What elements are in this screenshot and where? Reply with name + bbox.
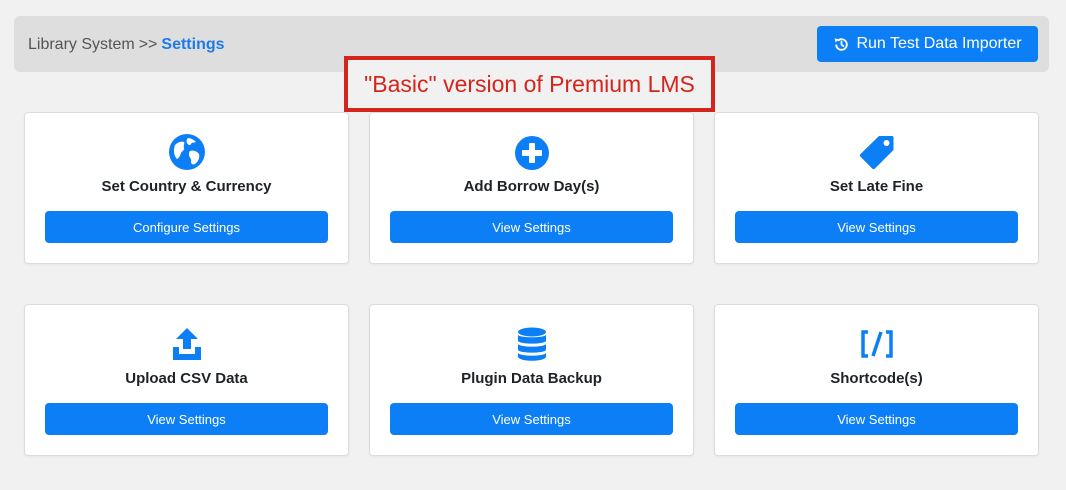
tag-icon <box>859 136 893 170</box>
card-title: Set Late Fine <box>829 178 924 195</box>
globe-icon <box>168 134 205 170</box>
settings-card-shortcodes: Shortcode(s) View Settings <box>714 304 1039 456</box>
upload-icon <box>172 328 201 360</box>
card-title: Set Country & Currency <box>101 178 272 195</box>
view-settings-button[interactable]: View Settings <box>390 403 673 435</box>
settings-card-data-backup: Plugin Data Backup View Settings <box>369 304 694 456</box>
plus-circle-icon <box>514 136 549 170</box>
card-title: Plugin Data Backup <box>461 370 602 387</box>
history-icon <box>834 37 849 51</box>
view-settings-button[interactable]: View Settings <box>735 211 1018 243</box>
card-title: Shortcode(s) <box>830 370 923 387</box>
database-icon <box>517 327 546 361</box>
view-settings-button[interactable]: View Settings <box>735 403 1018 435</box>
run-test-data-importer-button[interactable]: Run Test Data Importer <box>817 26 1038 62</box>
settings-card-borrow-days: Add Borrow Day(s) View Settings <box>369 112 694 264</box>
basic-version-annotation: "Basic" version of Premium LMS <box>344 56 715 112</box>
breadcrumb: Library System >> Settings <box>28 36 225 54</box>
run-test-data-importer-label: Run Test Data Importer <box>856 35 1022 52</box>
settings-card-late-fine: Set Late Fine View Settings <box>714 112 1039 264</box>
view-settings-button[interactable]: View Settings <box>390 211 673 243</box>
annotation-text: "Basic" version of Premium LMS <box>364 70 695 97</box>
card-title: Upload CSV Data <box>125 370 248 387</box>
breadcrumb-root[interactable]: Library System <box>28 36 135 53</box>
breadcrumb-current: Settings <box>161 36 225 53</box>
breadcrumb-separator: >> <box>138 36 158 53</box>
card-title: Add Borrow Day(s) <box>463 178 600 195</box>
configure-settings-button[interactable]: Configure Settings <box>45 211 328 243</box>
settings-card-upload-csv: Upload CSV Data View Settings <box>24 304 349 456</box>
settings-card-country-currency: Set Country & Currency Configure Setting… <box>24 112 349 264</box>
shortcode-icon <box>860 330 893 358</box>
view-settings-button[interactable]: View Settings <box>45 403 328 435</box>
